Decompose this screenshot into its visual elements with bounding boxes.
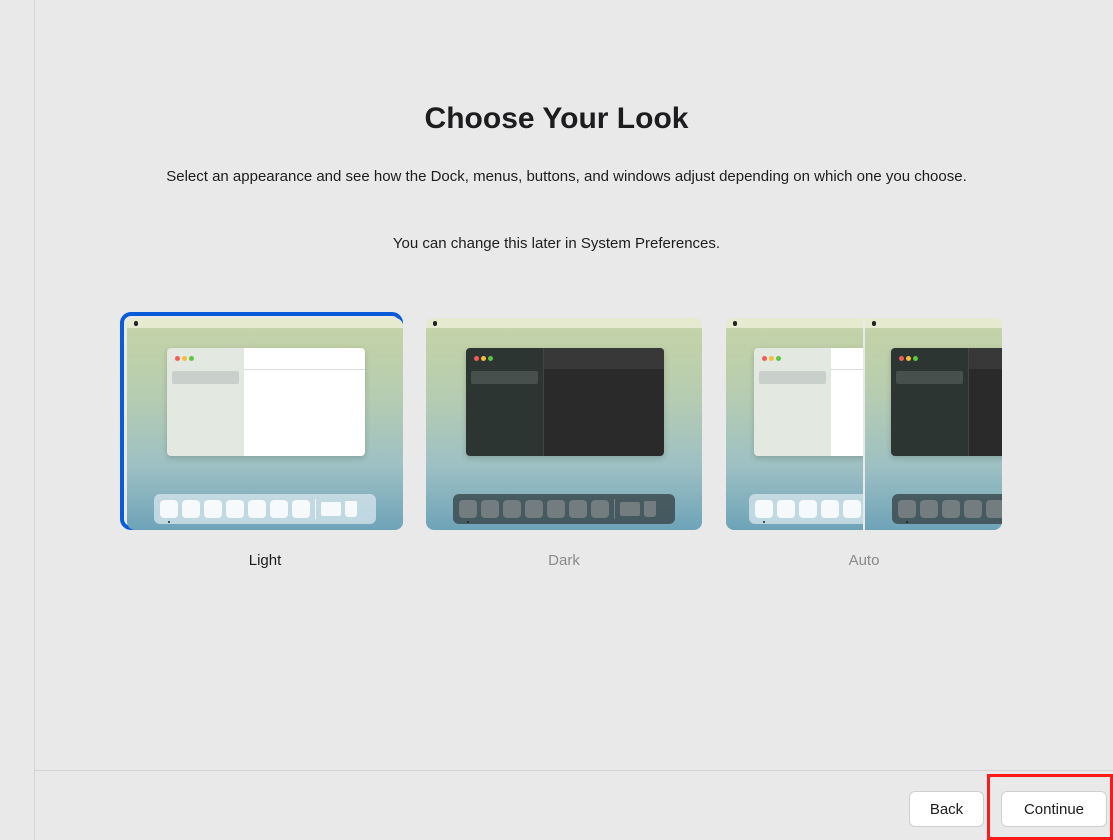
zoom-traffic-light xyxy=(913,356,918,361)
minimize-traffic-light xyxy=(182,356,187,361)
dock-app-icon xyxy=(204,500,222,518)
dock-separator xyxy=(614,499,615,519)
close-traffic-light xyxy=(474,356,479,361)
dock-app-icon xyxy=(547,500,565,518)
close-traffic-light xyxy=(899,356,904,361)
dock xyxy=(154,494,376,524)
dock-app-icon xyxy=(503,500,521,518)
zoom-traffic-light xyxy=(488,356,493,361)
window-content xyxy=(244,348,365,456)
dock-app-icon xyxy=(777,500,795,518)
preview-window xyxy=(754,348,863,456)
auto-preview-thumbnail[interactable] xyxy=(726,318,1002,530)
close-traffic-light xyxy=(762,356,767,361)
dock-app-icon xyxy=(843,500,861,518)
appearance-label-auto: Auto xyxy=(848,552,880,569)
dock-app-icon xyxy=(248,500,266,518)
dock-folder-icon xyxy=(321,502,341,516)
minimize-traffic-light xyxy=(481,356,486,361)
light-preview-thumbnail[interactable] xyxy=(127,318,403,530)
dock-running-indicator xyxy=(906,521,908,523)
toolbar-divider xyxy=(244,369,365,370)
dock-app-icon xyxy=(920,500,938,518)
minimize-traffic-light xyxy=(769,356,774,361)
dock-app-icon xyxy=(292,500,310,518)
window-toolbar xyxy=(969,348,1002,369)
footer-divider xyxy=(34,770,1113,771)
page-subtitle: Select an appearance and see how the Doc… xyxy=(166,168,967,185)
dock-app-icon xyxy=(459,500,477,518)
toolbar-divider xyxy=(831,369,863,370)
setup-assistant-window: Choose Your Look Select an appearance an… xyxy=(0,0,1113,840)
dock-app-icon xyxy=(755,500,773,518)
dock-running-indicator xyxy=(763,521,765,523)
preview-window xyxy=(891,348,1002,456)
page-note: You can change this later in System Pref… xyxy=(392,235,721,252)
zoom-traffic-light xyxy=(776,356,781,361)
dock xyxy=(453,494,675,524)
window-content xyxy=(831,348,863,456)
zoom-traffic-light xyxy=(189,356,194,361)
window-content xyxy=(968,348,1002,456)
preview-window xyxy=(167,348,365,456)
dock-app-icon xyxy=(481,500,499,518)
menu-bar xyxy=(865,318,1002,328)
auto-light-half xyxy=(726,318,863,530)
dock-folder-icon xyxy=(620,502,640,516)
dock xyxy=(892,494,1002,524)
dock-app-icon xyxy=(569,500,587,518)
page-title: Choose Your Look xyxy=(424,102,689,135)
dark-preview-thumbnail[interactable] xyxy=(426,318,702,530)
dock-app-icon xyxy=(898,500,916,518)
dock-app-icon xyxy=(942,500,960,518)
window-sidebar xyxy=(754,348,831,456)
dock-app-icon xyxy=(182,500,200,518)
close-traffic-light xyxy=(175,356,180,361)
dock-app-icon xyxy=(525,500,543,518)
dock-app-icon xyxy=(226,500,244,518)
menu-bar xyxy=(726,318,863,328)
dock-trash-icon xyxy=(345,501,357,517)
sidebar-item xyxy=(759,371,826,384)
minimize-traffic-light xyxy=(906,356,911,361)
continue-highlight-box xyxy=(987,774,1113,840)
dock-app-icon xyxy=(591,500,609,518)
dock-app-icon xyxy=(964,500,982,518)
dock-app-icon xyxy=(270,500,288,518)
preview-window xyxy=(466,348,664,456)
sidebar-item xyxy=(896,371,963,384)
dock-running-indicator xyxy=(168,521,170,523)
dock-app-icon xyxy=(799,500,817,518)
sidebar-item xyxy=(172,371,239,384)
window-content xyxy=(543,348,664,456)
auto-dark-half xyxy=(865,318,1002,530)
dock-app-icon xyxy=(821,500,839,518)
dock-app-icon xyxy=(986,500,1002,518)
window-sidebar xyxy=(167,348,244,456)
dock-separator xyxy=(315,499,316,519)
menu-bar xyxy=(426,318,702,328)
window-sidebar xyxy=(891,348,968,456)
window-sidebar xyxy=(466,348,543,456)
appearance-label-light: Light xyxy=(248,552,282,569)
back-button[interactable]: Back xyxy=(909,791,984,827)
apple-logo-icon xyxy=(433,321,437,326)
window-toolbar xyxy=(544,348,664,369)
dock-trash-icon xyxy=(644,501,656,517)
dock xyxy=(749,494,863,524)
dock-running-indicator xyxy=(467,521,469,523)
appearance-label-dark: Dark xyxy=(548,552,580,569)
apple-logo-icon xyxy=(872,321,876,326)
apple-logo-icon xyxy=(733,321,737,326)
dock-app-icon xyxy=(160,500,178,518)
sidebar-item xyxy=(471,371,538,384)
apple-logo-icon xyxy=(134,321,138,326)
menu-bar xyxy=(127,318,403,328)
